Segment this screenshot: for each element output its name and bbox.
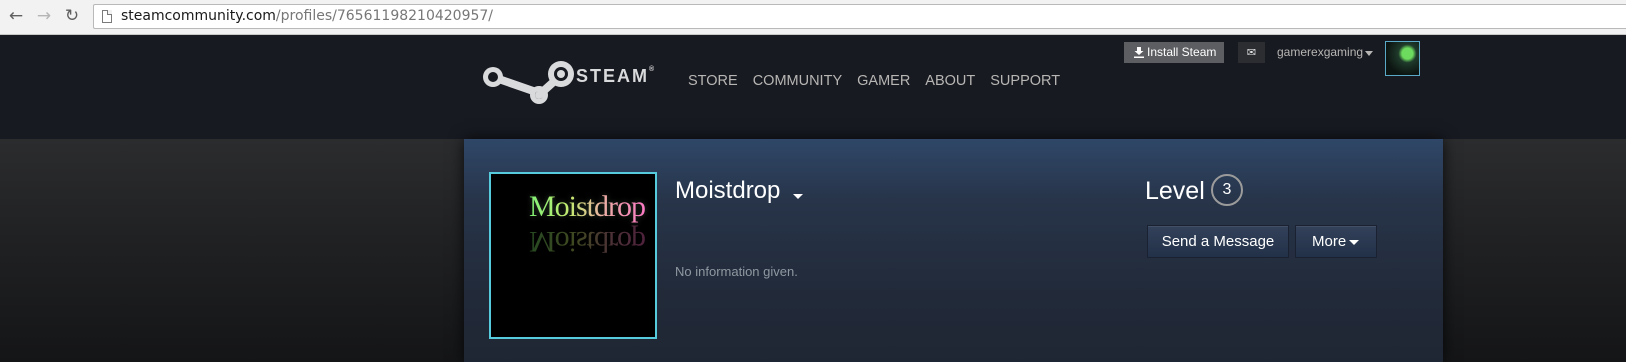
name-history-caret-icon[interactable] [793,194,803,199]
persona-name[interactable]: Moistdrop [675,177,780,205]
avatar-reflection: Moistdrop [529,225,646,258]
more-label: More [1312,233,1347,250]
url-path: /profiles/76561198210420957/ [275,8,494,24]
address-bar[interactable]: steamcommunity.com/profiles/765611982104… [93,4,1626,29]
url-host: steamcommunity.com [121,8,276,24]
header-avatar[interactable] [1385,41,1420,76]
main-menu: STORE COMMUNITY GAMER ABOUT SUPPORT [688,73,1075,89]
profile-header: Moistdrop Moistdrop Moistdrop No informa… [464,139,1443,362]
steam-logo-wordmark[interactable]: STEAM® [576,66,654,87]
arrow-right-icon[interactable]: → [33,4,55,28]
send-message-button[interactable]: Send a Message [1147,225,1289,258]
profile-summary: No information given. [675,264,798,279]
url-text: steamcommunity.com/profiles/765611982104… [121,8,493,24]
avatar-text: Moistdrop [529,190,646,223]
reload-icon[interactable]: ↻ [61,4,83,28]
download-icon [1134,47,1144,58]
steam-header: STEAM® STORE COMMUNITY GAMER ABOUT SUPPO… [0,35,1626,139]
page-icon [102,10,112,23]
registered-mark: ® [649,66,655,73]
menu-item-community[interactable]: COMMUNITY [753,73,842,89]
profile-avatar: Moistdrop Moistdrop [489,172,657,339]
install-steam-button[interactable]: Install Steam [1124,42,1224,63]
arrow-left-icon[interactable]: ← [5,4,27,28]
envelope-icon[interactable]: ✉ [1238,42,1265,63]
level-badge[interactable]: 3 [1211,174,1243,206]
account-name-link[interactable]: gamerexgaming [1277,45,1363,59]
menu-item-support[interactable]: SUPPORT [990,73,1060,89]
menu-item-about[interactable]: ABOUT [925,73,975,89]
menu-item-gamer[interactable]: GAMER [857,73,910,89]
steam-logo-text: STEAM [576,66,649,86]
chevron-down-icon[interactable] [1365,51,1373,56]
level-label: Level [1145,177,1205,205]
send-message-label: Send a Message [1161,233,1275,250]
menu-item-store[interactable]: STORE [688,73,738,89]
more-button[interactable]: More [1295,225,1377,258]
browser-toolbar: ← → ↻ steamcommunity.com/profiles/765611… [0,0,1626,35]
avatar-image: Moistdrop Moistdrop [491,174,655,337]
chevron-down-icon [1349,240,1359,245]
install-steam-label: Install Steam [1147,45,1217,59]
